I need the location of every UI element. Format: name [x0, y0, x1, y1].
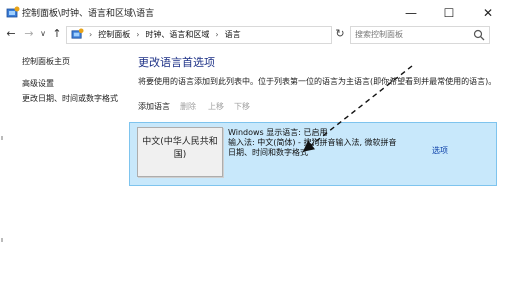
move-up-button[interactable]: 上移 [208, 101, 224, 112]
address-bar[interactable]: ›控制面板›时钟、语言和区域›语言 ∨ [66, 26, 373, 44]
sidebar-item-advanced-settings[interactable]: 高级设置 [22, 78, 54, 89]
breadcrumb-control-panel[interactable]: 控制面板 [98, 30, 130, 39]
breadcrumb-language[interactable]: 语言 [225, 30, 241, 39]
back-button[interactable]: ← [4, 27, 18, 41]
language-tile[interactable]: 中文(中华人民共和国) [137, 127, 223, 177]
formats-text: 日期、时间和数字格式 [228, 148, 308, 157]
page-title: 更改语言首选项 [138, 56, 215, 69]
breadcrumb-separator: › [89, 30, 93, 39]
address-toolbar: ← → ∨ ↑ ›控制面板›时钟、语言和区域›语言 ∨ ↻ [0, 26, 507, 44]
title-bar: 控制面板\时钟、语言和区域\语言 — ☐ ✕ [0, 0, 507, 26]
up-button[interactable]: ↑ [50, 27, 64, 41]
display-language-status: Windows 显示语言: 已启用 [228, 128, 328, 137]
control-panel-window: 控制面板\时钟、语言和区域\语言 — ☐ ✕ ← → ∨ ↑ › 控制面板 › 时钟、… [0, 0, 507, 290]
move-down-button[interactable]: 下移 [234, 101, 250, 112]
search-box [350, 26, 490, 44]
sidebar-item-change-date-time-formats[interactable]: 更改日期、时间或数字格式 [22, 93, 118, 104]
window-title: 控制面板\时钟、语言和区域\语言 [22, 9, 155, 19]
recent-locations-button[interactable]: ∨ [39, 27, 47, 41]
search-input[interactable] [355, 29, 475, 40]
language-name: 中文(中华人民共和国) [142, 137, 218, 160]
window-edge-mark [1, 238, 3, 242]
search-icon[interactable] [473, 29, 485, 41]
maximize-button[interactable]: ☐ [430, 0, 468, 26]
language-options-link[interactable]: 选项 [432, 145, 448, 156]
refresh-button[interactable]: ↻ [332, 26, 348, 42]
breadcrumb-separator: › [215, 30, 219, 39]
main-content: 更改语言首选项 将要使用的语言添加到此列表中。位于列表第一位的语言为主语言(即你… [128, 46, 507, 290]
sidebar-item-control-panel-home[interactable]: 控制面板主页 [22, 56, 70, 67]
add-language-button[interactable]: 添加语言 [138, 101, 170, 112]
remove-language-button[interactable]: 删除 [180, 101, 196, 112]
forward-button[interactable]: → [22, 27, 36, 41]
control-panel-icon [71, 28, 84, 39]
window-edge-mark [1, 136, 3, 140]
control-panel-icon [6, 6, 20, 18]
language-list-item[interactable]: 中文(中华人民共和国) Windows 显示语言: 已启用 输入法: 中文(简体… [129, 122, 497, 186]
input-methods-text: 输入法: 中文(简体) - 搜狗拼音输入法, 微软拼音 [228, 138, 397, 147]
sidebar: 控制面板主页 高级设置 更改日期、时间或数字格式 [0, 46, 128, 290]
breadcrumb-clock-language-region[interactable]: 时钟、语言和区域 [145, 30, 209, 39]
language-details: Windows 显示语言: 已启用 输入法: 中文(简体) - 搜狗拼音输入法,… [228, 128, 397, 158]
minimize-button[interactable]: — [392, 0, 430, 26]
page-description: 将要使用的语言添加到此列表中。位于列表第一位的语言为主语言(即你希望看到并最常使… [138, 77, 497, 86]
breadcrumb: › 控制面板 › 时钟、语言和区域 › 语言 [89, 29, 241, 40]
breadcrumb-separator: › [136, 30, 140, 39]
close-button[interactable]: ✕ [469, 0, 507, 26]
